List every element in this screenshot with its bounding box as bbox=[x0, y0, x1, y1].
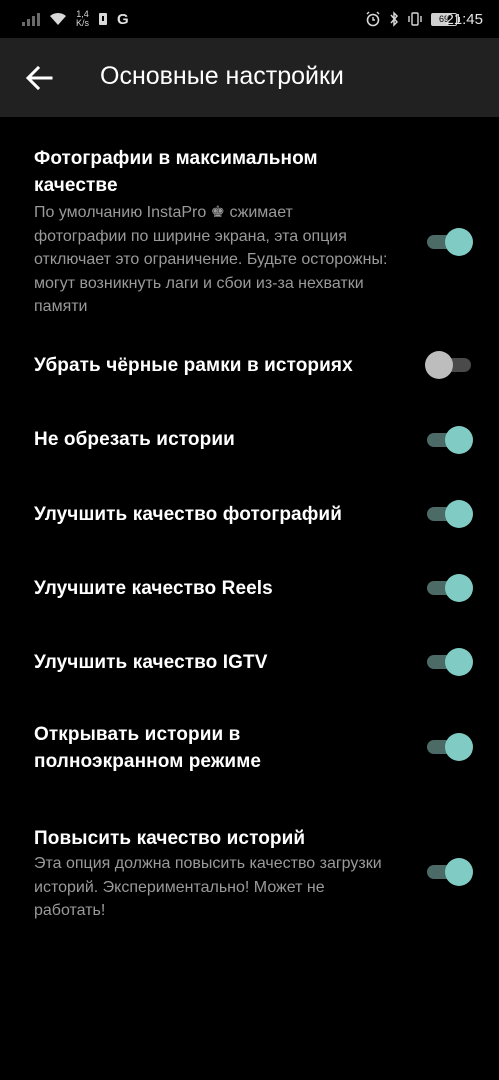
setting-boost-story-quality[interactable]: Повысить качество историй Эта опция долж… bbox=[0, 803, 499, 919]
clock: 21:45 bbox=[445, 10, 483, 28]
status-right: 69 21:45 bbox=[365, 0, 483, 38]
setting-max-quality-photos[interactable]: Фотографии в максимальном качестве По ум… bbox=[0, 145, 499, 331]
setting-title: Улучшить качество фотографий bbox=[34, 504, 342, 525]
toggle-switch[interactable] bbox=[427, 500, 473, 528]
signal-icon bbox=[22, 12, 40, 26]
speed-unit: K/s bbox=[76, 18, 90, 28]
setting-title: Убрать чёрные рамки в историях bbox=[34, 355, 353, 376]
setting-fullscreen-stories[interactable]: Открывать истории в полноэкранном режиме bbox=[0, 699, 499, 803]
status-bar: 1,4 K/s G 69 21:45 bbox=[0, 0, 499, 38]
setting-improve-igtv-quality[interactable]: Улучшить качество IGTV bbox=[0, 629, 499, 699]
setting-improve-reels-quality[interactable]: Улучшите качество Reels bbox=[0, 555, 499, 629]
toggle-switch[interactable] bbox=[427, 648, 473, 676]
app-bar: Основные настройки bbox=[0, 38, 499, 117]
wifi-icon bbox=[50, 12, 66, 25]
network-speed: 1,4 K/s bbox=[76, 10, 89, 28]
status-left: 1,4 K/s G bbox=[22, 10, 129, 28]
page-title: Основные настройки bbox=[100, 62, 344, 90]
toggle-switch[interactable] bbox=[427, 426, 473, 454]
setting-subtitle: Эта опция должна повысить качество загру… bbox=[34, 855, 382, 919]
setting-title: Повысить качество историй bbox=[34, 828, 306, 849]
notification-icon bbox=[99, 13, 108, 25]
setting-subtitle: По умолчанию InstaPro ♚ сжимает фотограф… bbox=[34, 204, 388, 315]
setting-dont-crop-stories[interactable]: Не обрезать истории bbox=[0, 406, 499, 481]
setting-title: Фотографии в максимальном качестве bbox=[34, 148, 318, 196]
bluetooth-icon bbox=[390, 11, 399, 27]
arrow-left-icon[interactable] bbox=[24, 63, 54, 93]
settings-list: Фотографии в максимальном качестве По ум… bbox=[0, 117, 499, 919]
setting-title: Улучшите качество Reels bbox=[34, 578, 273, 599]
setting-remove-black-borders[interactable]: Убрать чёрные рамки в историях bbox=[0, 331, 499, 406]
vibrate-icon bbox=[408, 12, 422, 26]
setting-improve-photo-quality[interactable]: Улучшить качество фотографий bbox=[0, 481, 499, 555]
toggle-switch[interactable] bbox=[427, 574, 473, 602]
toggle-switch[interactable] bbox=[425, 351, 471, 379]
setting-title: Не обрезать истории bbox=[34, 429, 235, 450]
toggle-switch[interactable] bbox=[427, 858, 473, 886]
setting-title: Улучшить качество IGTV bbox=[34, 652, 268, 673]
toggle-switch[interactable] bbox=[427, 228, 473, 256]
alarm-icon bbox=[366, 11, 380, 27]
setting-title: Открывать истории в полноэкранном режиме bbox=[34, 724, 262, 772]
carrier-letter: G bbox=[117, 10, 129, 28]
toggle-switch[interactable] bbox=[427, 733, 473, 761]
